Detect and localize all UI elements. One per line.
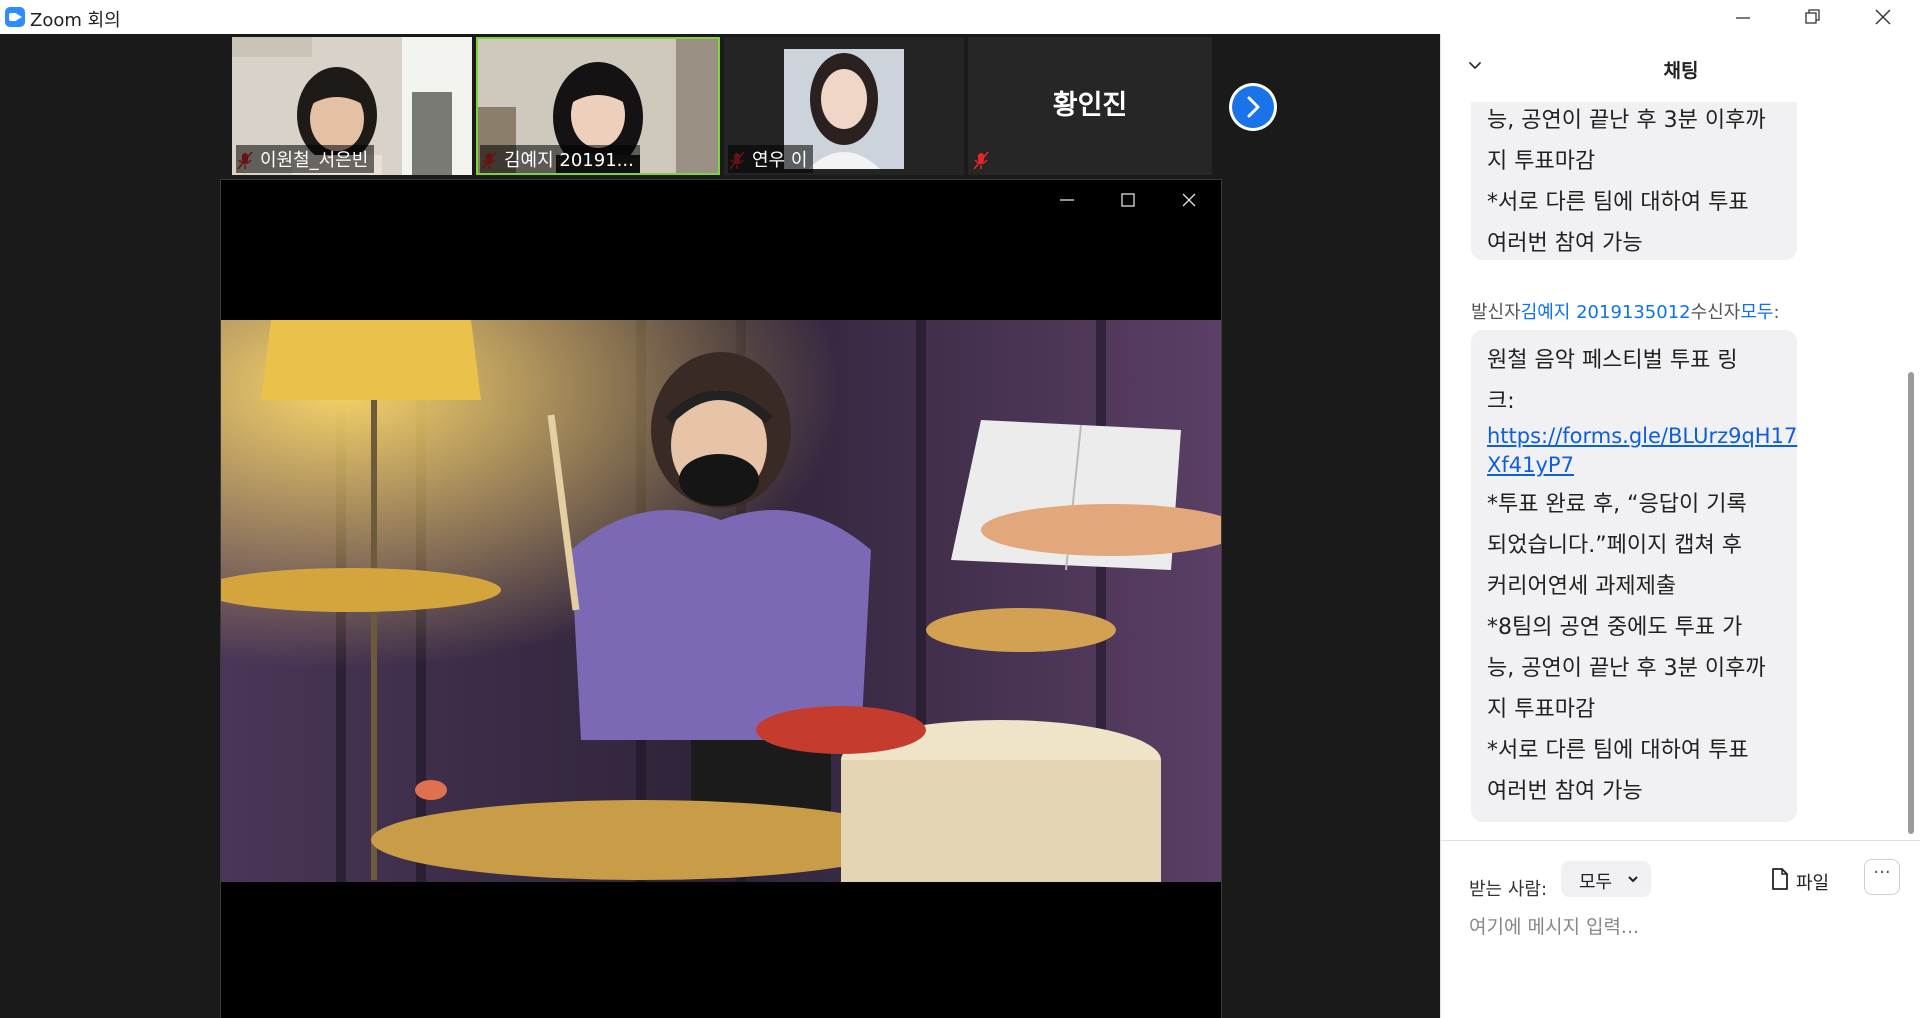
chat-message-bubble: 원철 음악 페스티벌 투표 링 크: https://forms.gle/BLU… <box>1471 330 1797 822</box>
recipient-select[interactable]: 모두 <box>1561 861 1651 897</box>
message-line: 여러번 참여 가능 <box>1487 779 1643 804</box>
more-options-button[interactable]: ··· <box>1864 859 1900 895</box>
vote-link[interactable]: Xf41yP7 <box>1487 451 1781 480</box>
message-line: 능, 공연이 끝난 후 3분 이후까 <box>1487 656 1766 681</box>
participant-tile[interactable]: 황인진 <box>968 37 1212 175</box>
muted-mic-icon <box>973 151 989 170</box>
message-sender-line: 발신자김예지 2019135012수신자모두: <box>1471 298 1780 324</box>
recipient-value: 모두 <box>1579 872 1613 893</box>
chevron-down-icon <box>1628 876 1638 883</box>
recipient-prefix: 수신자 <box>1690 302 1741 323</box>
sender-prefix: 발신자 <box>1471 302 1521 323</box>
drum-performance-video <box>221 320 1221 882</box>
message-line: 되었습니다.”페이지 캡쳐 후 <box>1487 533 1743 558</box>
chat-title: 채팅 <box>1663 60 1699 82</box>
restore-icon <box>1805 9 1820 24</box>
message-line: 커리어연세 과제제출 <box>1487 574 1677 599</box>
participant-name: 김예지 20191... <box>480 145 640 173</box>
chat-messages[interactable]: 능, 공연이 끝난 후 3분 이후까 지 투표마감 *서로 다른 팀에 대하여 … <box>1441 102 1905 840</box>
scroll-thumb[interactable] <box>1908 372 1914 834</box>
file-icon <box>1772 868 1788 890</box>
recipient-name[interactable]: 모두 <box>1740 302 1773 323</box>
minimize-icon <box>1736 17 1750 19</box>
to-label: 받는 사람: <box>1469 879 1548 900</box>
meeting-area: 이원철_서은빈 김예지 20191... 연우 이 황인진 <box>0 34 1440 1018</box>
message-line: 능, 공연이 끝난 후 3분 이후까 <box>1487 108 1766 133</box>
sender-name[interactable]: 김예지 2019135012 <box>1521 302 1691 323</box>
title-bar: Zoom 회의 <box>0 0 1920 34</box>
close-icon <box>1182 193 1196 207</box>
more-icon: ··· <box>1873 862 1891 883</box>
chat-panel: 채팅 능, 공연이 끝난 후 3분 이후까 지 투표마감 *서로 다른 팀에 대… <box>1440 34 1920 1018</box>
message-line: 지 투표마감 <box>1487 697 1596 722</box>
chat-scrollbar[interactable] <box>1905 102 1915 840</box>
chat-message-bubble: 능, 공연이 끝난 후 3분 이후까 지 투표마감 *서로 다른 팀에 대하여 … <box>1471 102 1797 260</box>
message-line: 여러번 참여 가능 <box>1487 231 1643 256</box>
participant-name: 연우 이 <box>728 145 814 173</box>
participant-tile[interactable]: 연우 이 <box>724 37 964 175</box>
chevron-right-icon <box>1247 96 1260 118</box>
close-button[interactable] <box>1848 0 1918 34</box>
message-line: *8팀의 공연 중에도 투표 가 <box>1487 615 1743 640</box>
vote-link[interactable]: https://forms.gle/BLUrz9qH17 <box>1487 422 1797 451</box>
chat-compose-area: 받는 사람: 모두 파일 ··· <box>1441 840 1920 1018</box>
zoom-logo-icon <box>5 7 25 27</box>
message-line: 지 투표마감 <box>1487 149 1596 174</box>
file-button[interactable]: 파일 <box>1761 861 1851 897</box>
message-line: 크: <box>1487 389 1515 414</box>
window-title: Zoom 회의 <box>30 10 121 31</box>
next-page-button[interactable] <box>1229 83 1277 131</box>
close-icon <box>1875 9 1891 25</box>
participant-tile[interactable]: 이원철_서은빈 <box>232 37 472 175</box>
video-frame <box>221 320 1221 882</box>
file-label: 파일 <box>1796 873 1830 894</box>
restore-button[interactable] <box>1778 0 1848 34</box>
message-line: *서로 다른 팀에 대하여 투표 <box>1487 190 1749 215</box>
minimize-button[interactable] <box>1708 0 1778 34</box>
maximize-icon <box>1121 193 1135 207</box>
message-line: 원철 음악 페스티벌 투표 링 <box>1487 348 1738 373</box>
minimize-icon <box>1060 199 1074 201</box>
message-input[interactable] <box>1469 905 1889 949</box>
participant-name-large: 황인진 <box>1052 90 1128 121</box>
share-minimize-button[interactable] <box>1047 188 1087 212</box>
share-maximize-button[interactable] <box>1108 188 1148 212</box>
shared-video-window <box>220 179 1222 1018</box>
message-line: *서로 다른 팀에 대하여 투표 <box>1487 738 1749 763</box>
sender-suffix: : <box>1773 302 1780 323</box>
participant-tile-active[interactable]: 김예지 20191... <box>476 37 720 175</box>
chat-header: 채팅 <box>1441 34 1920 100</box>
share-close-button[interactable] <box>1169 188 1209 212</box>
message-line: *투표 완료 후, “응답이 기록 <box>1487 492 1747 517</box>
participant-name: 이원철_서은빈 <box>236 145 375 173</box>
